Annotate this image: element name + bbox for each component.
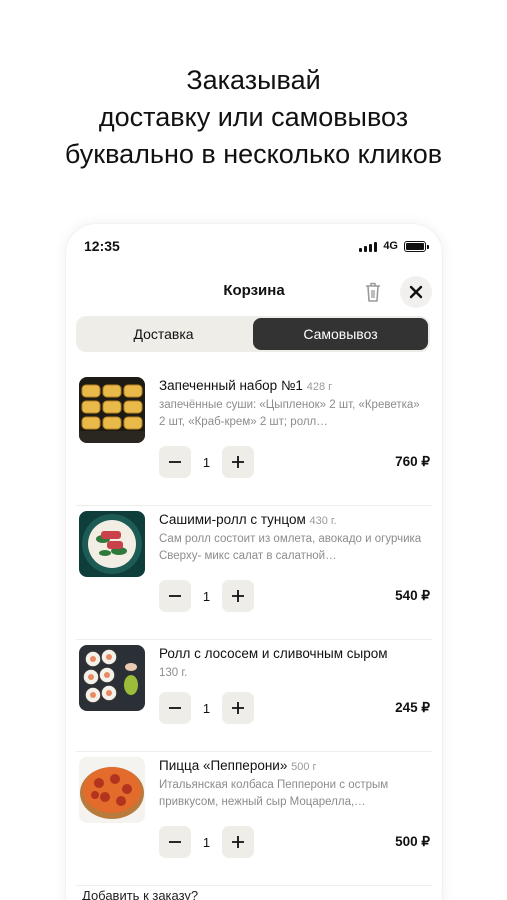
- headline-line-2: доставку или самовывоз: [98, 102, 409, 132]
- quantity-stepper: 1: [159, 692, 254, 724]
- headline-line-3: буквально в несколько кликов: [64, 139, 443, 169]
- increase-button[interactable]: [222, 826, 254, 858]
- item-weight: 130 г.: [159, 667, 188, 679]
- item-image: [79, 511, 145, 577]
- minus-icon: [169, 707, 181, 709]
- item-price: 245 ₽: [395, 700, 430, 715]
- item-weight: 500 г: [291, 761, 317, 773]
- plus-icon: [232, 836, 244, 848]
- cart-item: Запеченный набор №1 428 г запечённые суш…: [76, 372, 432, 506]
- item-image: [79, 377, 145, 443]
- item-quantity: 1: [202, 588, 211, 604]
- cart-header: Корзина: [66, 276, 442, 308]
- item-title: Сашими-ролл с тунцом 430 г.: [159, 511, 428, 530]
- quantity-stepper: 1: [159, 580, 254, 612]
- item-title: Ролл с лососем и сливочным сыром: [159, 645, 428, 662]
- page-title: Корзина: [223, 282, 285, 299]
- item-title: Запеченный набор №1 428 г: [159, 377, 428, 396]
- item-price: 540 ₽: [395, 588, 430, 603]
- item-quantity: 1: [202, 834, 211, 850]
- increase-button[interactable]: [222, 580, 254, 612]
- decrease-button[interactable]: [159, 826, 191, 858]
- cart-items-list: Запеченный набор №1 428 г запечённые суш…: [66, 372, 442, 886]
- add-to-order-heading: Добавить к заказу?: [82, 888, 199, 900]
- increase-button[interactable]: [222, 692, 254, 724]
- increase-button[interactable]: [222, 446, 254, 478]
- item-price: 500 ₽: [395, 834, 430, 849]
- plus-icon: [232, 590, 244, 602]
- network-type: 4G: [383, 240, 398, 252]
- quantity-stepper: 1: [159, 826, 254, 858]
- item-description: Сам ролл состоит из омлета, авокадо и ог…: [159, 533, 422, 562]
- item-title: Пицца «Пепперони» 500 г: [159, 757, 428, 776]
- promo-headline: Заказывай доставку или самовывоз букваль…: [0, 62, 507, 173]
- decrease-button[interactable]: [159, 692, 191, 724]
- plus-icon: [232, 702, 244, 714]
- cart-item: Пицца «Пепперони» 500 г Итальянская колб…: [76, 752, 432, 886]
- close-icon: [409, 285, 423, 299]
- item-description: Итальянская колбаса Пепперони с острым п…: [159, 779, 389, 808]
- battery-icon: [404, 240, 429, 252]
- status-indicators: 4G: [359, 240, 429, 252]
- cart-item: Ролл с лососем и сливочным сыром 130 г. …: [76, 640, 432, 752]
- item-quantity: 1: [202, 700, 211, 716]
- delivery-mode-tabs: Доставка Самовывоз: [76, 316, 430, 352]
- item-quantity: 1: [202, 454, 211, 470]
- item-name: Сашими-ролл с тунцом: [159, 512, 306, 527]
- item-name: Пицца «Пепперони»: [159, 758, 288, 773]
- quantity-stepper: 1: [159, 446, 254, 478]
- headline-line-1: Заказывай: [186, 65, 321, 95]
- signal-icon: [359, 241, 378, 252]
- item-price: 760 ₽: [395, 454, 430, 469]
- close-button[interactable]: [400, 276, 432, 308]
- item-name: Ролл с лососем и сливочным сыром: [159, 646, 388, 661]
- status-bar: 12:35 4G: [84, 236, 429, 256]
- status-time: 12:35: [84, 238, 120, 254]
- plus-icon: [232, 456, 244, 468]
- tab-pickup[interactable]: Самовывоз: [253, 318, 428, 350]
- decrease-button[interactable]: [159, 446, 191, 478]
- tab-delivery[interactable]: Доставка: [76, 316, 251, 352]
- item-weight: 428 г: [306, 381, 333, 393]
- minus-icon: [169, 461, 181, 463]
- phone-frame: 12:35 4G Корзина Доставка Самовывоз Запе…: [66, 224, 442, 900]
- item-description: запечённые суши: «Цыпленок» 2 шт, «Креве…: [159, 399, 420, 428]
- decrease-button[interactable]: [159, 580, 191, 612]
- trash-icon[interactable]: [362, 280, 384, 304]
- item-image: [79, 645, 145, 711]
- item-name: Запеченный набор №1: [159, 378, 303, 393]
- minus-icon: [169, 595, 181, 597]
- minus-icon: [169, 841, 181, 843]
- item-weight: 430 г.: [309, 515, 337, 527]
- item-image: [79, 757, 145, 823]
- cart-item: Сашими-ролл с тунцом 430 г. Сам ролл сос…: [76, 506, 432, 640]
